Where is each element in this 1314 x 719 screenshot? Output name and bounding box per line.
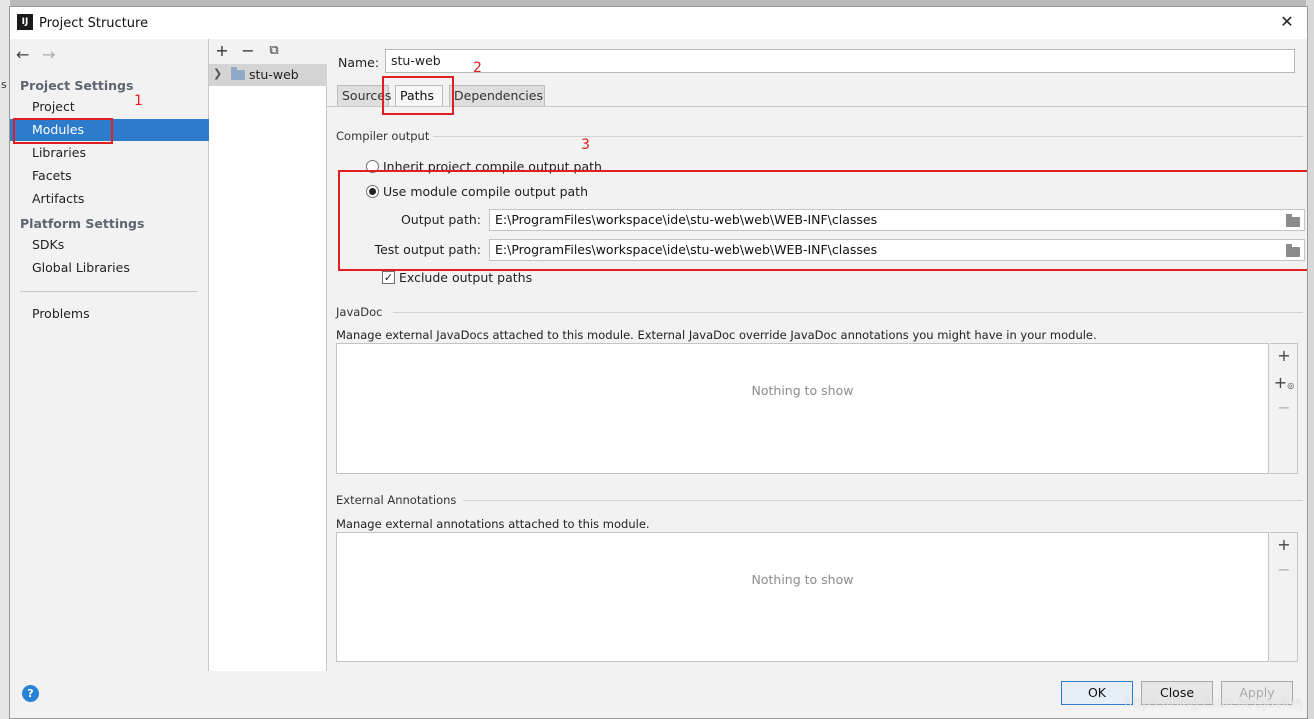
javadoc-divider (393, 312, 1303, 313)
compiler-output-divider (433, 136, 1303, 137)
add-javadoc-icon[interactable]: + (1270, 346, 1298, 365)
project-settings-header: Project Settings (20, 78, 134, 93)
annotation-number-2: 2 (473, 60, 482, 76)
annotation-box-modules (13, 118, 113, 144)
external-annotations-empty-text: Nothing to show (751, 572, 854, 587)
exclude-output-label: Exclude output paths (399, 270, 533, 285)
project-structure-dialog: IJ Project Structure ✕ ← → Project Setti… (9, 6, 1308, 719)
tab-dependencies[interactable]: Dependencies (449, 85, 545, 107)
javadoc-title: JavaDoc (336, 305, 383, 319)
remove-module-icon[interactable]: − (239, 42, 257, 60)
watermark: https://blog.csdn.net/javion (1123, 696, 1302, 711)
sidebar-item-project[interactable]: Project (10, 96, 209, 118)
module-folder-icon (231, 67, 245, 80)
javadoc-toolbar: + +◎ − (1270, 343, 1298, 474)
sidebar-item-global-libraries[interactable]: Global Libraries (10, 257, 209, 279)
sidebar-item-sdks[interactable]: SDKs (10, 234, 209, 256)
sidebar-item-problems[interactable]: Problems (10, 303, 209, 325)
remove-javadoc-icon[interactable]: − (1270, 398, 1298, 417)
ok-button[interactable]: OK (1061, 681, 1133, 705)
external-annotations-list[interactable]: Nothing to show (336, 532, 1269, 662)
module-name-input[interactable]: stu-web (385, 49, 1295, 73)
chevron-right-icon[interactable]: ❯ (213, 67, 222, 80)
tree-item-label: stu-web (249, 67, 299, 82)
module-tree-panel: + − ⧉ ❯ stu-web (209, 39, 327, 671)
back-arrow-icon[interactable]: ← (16, 45, 29, 64)
module-settings-panel: Name: stu-web Sources Paths Dependencies… (327, 39, 1307, 671)
annotation-number-3: 3 (581, 137, 590, 153)
copy-module-icon[interactable]: ⧉ (265, 42, 283, 60)
add-javadoc-url-icon[interactable]: +◎ (1270, 373, 1298, 392)
close-window-icon[interactable]: ✕ (1277, 12, 1297, 32)
window-title: Project Structure (39, 16, 149, 31)
platform-settings-header: Platform Settings (20, 216, 145, 231)
annotation-box-paths-tab (382, 76, 454, 115)
help-icon[interactable]: ? (22, 685, 39, 702)
tab-divider (327, 106, 1307, 107)
sidebar-item-libraries[interactable]: Libraries (10, 142, 209, 164)
forward-arrow-icon[interactable]: → (42, 45, 55, 64)
external-annotations-description: Manage external annotations attached to … (336, 517, 650, 531)
javadoc-empty-text: Nothing to show (751, 383, 854, 398)
annotation-number-1: 1 (134, 93, 143, 109)
external-annotations-toolbar: + − (1270, 532, 1298, 662)
annotation-box-output-paths (338, 170, 1307, 271)
external-annotations-divider (463, 500, 1303, 501)
javadoc-list[interactable]: Nothing to show (336, 343, 1269, 474)
sidebar-item-facets[interactable]: Facets (10, 165, 209, 187)
tree-toolbar: + − ⧉ (209, 39, 327, 64)
background-text-fragment: s (1, 78, 7, 91)
name-label: Name: (338, 55, 380, 70)
exclude-output-checkbox[interactable]: ✓ (382, 271, 395, 284)
sidebar-divider (20, 291, 198, 292)
sidebar-item-artifacts[interactable]: Artifacts (10, 188, 209, 210)
javadoc-description: Manage external JavaDocs attached to thi… (336, 328, 1097, 342)
dialog-footer: ? OK Close Apply (10, 671, 1307, 718)
title-bar: IJ Project Structure ✕ (10, 7, 1307, 39)
add-annotation-icon[interactable]: + (1270, 535, 1298, 554)
external-annotations-title: External Annotations (336, 493, 457, 507)
intellij-app-icon: IJ (17, 14, 33, 30)
compiler-output-title: Compiler output (336, 129, 430, 143)
tree-item-stu-web[interactable]: ❯ stu-web (209, 64, 327, 86)
add-module-icon[interactable]: + (213, 42, 231, 60)
remove-annotation-icon[interactable]: − (1270, 560, 1298, 579)
